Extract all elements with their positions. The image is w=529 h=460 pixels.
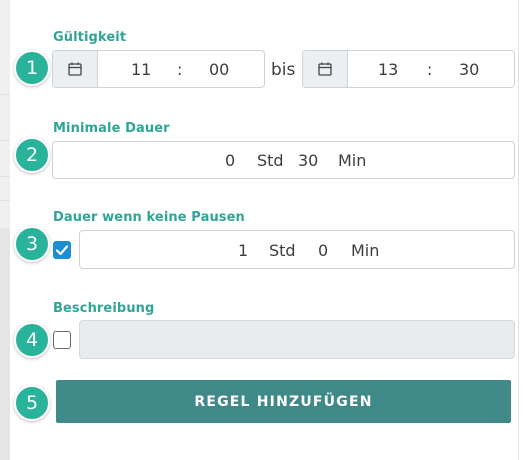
panel-shade (0, 228, 10, 460)
description-checkbox[interactable] (53, 331, 71, 349)
calendar-icon[interactable] (53, 51, 98, 87)
hours-unit: Std (269, 241, 296, 260)
validity-label: Gültigkeit (53, 30, 127, 45)
no-break-hours[interactable]: 1 (238, 241, 248, 260)
to-hours[interactable]: 13 (378, 60, 398, 79)
left-panel-edge (0, 0, 10, 460)
step-badge-4: 4 (14, 322, 50, 358)
panel-border (518, 0, 519, 460)
bis-label: bis (271, 60, 296, 80)
min-duration-minutes[interactable]: 30 (298, 151, 318, 170)
row-divider (0, 200, 10, 201)
min-duration-hours[interactable]: 0 (225, 151, 235, 170)
from-hours[interactable]: 11 (131, 60, 151, 79)
check-icon (55, 245, 69, 256)
validity-from-field[interactable]: 11 : 00 (52, 50, 265, 88)
row-divider (0, 94, 10, 95)
no-break-checkbox[interactable] (53, 241, 71, 259)
hours-unit: Std (257, 151, 284, 170)
step-badge-3: 3 (14, 226, 50, 262)
no-break-duration-label: Dauer wenn keine Pausen (53, 210, 245, 225)
validity-to-field[interactable]: 13 : 30 (302, 50, 515, 88)
add-rule-button[interactable]: REGEL HINZUFÜGEN (56, 380, 511, 423)
to-minutes[interactable]: 30 (459, 60, 479, 79)
calendar-icon[interactable] (303, 51, 348, 87)
no-break-minutes[interactable]: 0 (318, 241, 328, 260)
step-badge-5: 5 (14, 385, 50, 421)
description-input[interactable] (79, 320, 515, 359)
step-badge-1: 1 (14, 50, 50, 86)
row-divider (0, 176, 10, 177)
min-duration-label: Minimale Dauer (53, 121, 170, 136)
time-separator: : (177, 60, 183, 79)
step-badge-2: 2 (14, 137, 50, 173)
no-break-duration-field[interactable]: 1 Std 0 Min (79, 230, 515, 269)
time-separator: : (427, 60, 433, 79)
row-divider (0, 140, 10, 141)
min-duration-field[interactable]: 0 Std 30 Min (52, 141, 515, 179)
minutes-unit: Min (338, 151, 367, 170)
description-label: Beschreibung (53, 301, 155, 316)
minutes-unit: Min (351, 241, 380, 260)
from-minutes[interactable]: 00 (209, 60, 229, 79)
